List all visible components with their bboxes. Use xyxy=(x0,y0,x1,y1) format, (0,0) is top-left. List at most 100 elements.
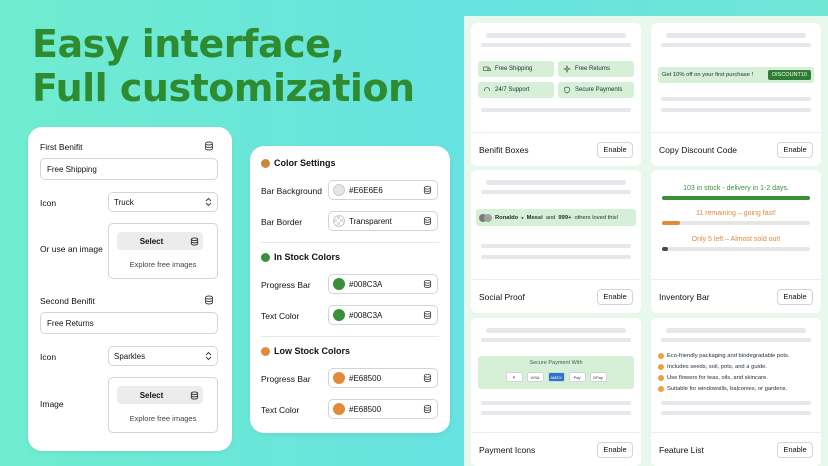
almost-sold-text: Only 5 left – Almost sold out! xyxy=(691,236,781,243)
low-text-label: Text Color xyxy=(261,405,300,415)
placeholder-bar xyxy=(481,108,631,112)
low-text-input[interactable]: #E68500 xyxy=(328,399,438,419)
palette-icon xyxy=(261,158,270,168)
color-swatch[interactable] xyxy=(333,278,345,290)
dot-separator: ● xyxy=(521,215,524,220)
and-text: and xyxy=(545,214,556,221)
card-title: Benifit Boxes xyxy=(479,144,529,155)
select-image-button[interactable]: Select xyxy=(117,232,186,250)
in-text-input[interactable]: #008C3A xyxy=(328,305,438,325)
card-footer: Inventory Bar Enable xyxy=(651,279,821,313)
second-icon-select[interactable]: Sparkles xyxy=(108,346,218,366)
select-image-button[interactable]: Select xyxy=(117,386,186,404)
in-stock-title: In Stock Colors xyxy=(274,252,341,262)
name-2: Messi xyxy=(526,214,543,221)
first-benefit-input[interactable]: Free Shipping xyxy=(40,158,218,180)
tag-label: Secure Payments xyxy=(575,87,623,93)
inventory-card: 103 in stock - delivery in 1-2 days. 11 … xyxy=(651,170,821,313)
check-icon xyxy=(658,375,664,381)
database-icon[interactable] xyxy=(423,279,432,289)
database-icon[interactable] xyxy=(423,404,432,414)
tag-label: Free Shipping xyxy=(495,66,533,72)
first-icon-select[interactable]: Truck xyxy=(108,192,218,212)
progress-fill xyxy=(662,196,810,200)
color-swatch[interactable] xyxy=(333,403,345,415)
discount-code-button[interactable]: DISCOUNT10 xyxy=(768,70,811,80)
card-footer: Benifit Boxes Enable xyxy=(471,132,641,166)
headline-line-2: Full customization xyxy=(32,66,415,110)
low-progress-value: #E68500 xyxy=(349,373,382,383)
enable-button[interactable]: Enable xyxy=(597,141,633,158)
enable-button[interactable]: Enable xyxy=(777,141,813,158)
shield-icon xyxy=(564,86,570,94)
transparent-swatch[interactable] xyxy=(333,215,345,227)
card-title: Inventory Bar xyxy=(659,291,710,302)
enable-button[interactable]: Enable xyxy=(777,288,813,305)
progress-track xyxy=(662,247,810,251)
placeholder-bar xyxy=(666,33,806,38)
tag-label: 24/7 Support xyxy=(495,87,530,93)
second-image-box: Select Explore free images xyxy=(108,377,218,433)
low-progress-input[interactable]: #E68500 xyxy=(328,368,438,388)
card-footer: Feature List Enable xyxy=(651,432,821,466)
select-label: Select xyxy=(139,390,164,400)
database-icon[interactable] xyxy=(423,310,432,320)
color-swatch[interactable] xyxy=(333,184,345,196)
placeholder-bar xyxy=(666,328,806,333)
benefit-tag: Secure Payments xyxy=(558,82,634,98)
enable-button[interactable]: Enable xyxy=(597,288,633,305)
bar-background-label: Bar Background xyxy=(261,186,322,196)
progress-fill xyxy=(662,247,668,251)
in-progress-input[interactable]: #008C3A xyxy=(328,274,438,294)
avatars xyxy=(479,213,492,222)
in-stock-text: 103 in stock - delivery in 1-2 days. xyxy=(683,185,789,192)
low-stock-text: 11 remaining – going fast! xyxy=(695,210,777,217)
placeholder-bar xyxy=(661,43,811,47)
feature-text: Use flowers for teas, oils, and skincare… xyxy=(667,375,768,381)
benefit-form-card: First Benifit Free Shipping Icon Truck O… xyxy=(28,127,232,451)
database-icon[interactable] xyxy=(423,373,432,383)
low-text-value: #E68500 xyxy=(349,404,382,414)
paypal-icon: P xyxy=(505,372,523,382)
payment-icons: P VISA AMEX Pay GPay xyxy=(478,372,634,382)
database-icon[interactable] xyxy=(423,216,432,226)
card-title: Payment Icons xyxy=(479,444,536,455)
card-title: Copy Discount Code xyxy=(659,144,737,155)
placeholder-bar xyxy=(481,411,631,415)
bar-background-value: #E6E6E6 xyxy=(349,185,383,195)
explore-images-link[interactable]: Explore free images xyxy=(109,414,217,423)
benefit-tag: Free Shipping xyxy=(478,61,554,77)
database-button[interactable] xyxy=(186,232,203,250)
divider xyxy=(261,242,439,243)
benefit-boxes-card: Free Shipping Free Returns 24/7 Support … xyxy=(471,23,641,166)
second-benefit-label: Second Benifit xyxy=(40,296,95,306)
discount-text: Get 10% off on your first purchase ! xyxy=(662,72,754,78)
social-proof-card: Ronaldo ● Messi and 999+ others loved this! S… xyxy=(471,170,641,313)
database-icon[interactable] xyxy=(423,185,432,195)
second-benefit-input[interactable]: Free Returns xyxy=(40,312,218,334)
benefit-tag: 24/7 Support xyxy=(478,82,554,98)
progress-fill xyxy=(662,221,680,225)
benefit-tag: Free Returns xyxy=(558,61,634,77)
database-icon[interactable] xyxy=(204,141,214,151)
discount-card: Get 10% off on your first purchase ! DISC… xyxy=(651,23,821,166)
bar-border-input[interactable]: Transparent xyxy=(328,211,438,231)
explore-images-link[interactable]: Explore free images xyxy=(109,260,217,269)
bar-border-label: Bar Border xyxy=(261,217,303,227)
enable-button[interactable]: Enable xyxy=(597,441,633,458)
first-image-box: Select Explore free images xyxy=(108,223,218,279)
bar-background-input[interactable]: #E6E6E6 xyxy=(328,180,438,200)
bar-border-value: Transparent xyxy=(349,216,392,226)
select-label: Select xyxy=(139,236,164,246)
card-footer: Social Proof Enable xyxy=(471,279,641,313)
database-icon[interactable] xyxy=(204,295,214,305)
enable-button[interactable]: Enable xyxy=(777,441,813,458)
database-button[interactable] xyxy=(186,386,203,404)
check-icon xyxy=(658,353,664,359)
card-title: Social Proof xyxy=(479,291,525,302)
low-stock-heading: Low Stock Colors xyxy=(261,346,350,356)
color-settings-heading: Color Settings xyxy=(261,158,336,168)
check-icon xyxy=(658,364,664,370)
color-swatch[interactable] xyxy=(333,309,345,321)
color-swatch[interactable] xyxy=(333,372,345,384)
